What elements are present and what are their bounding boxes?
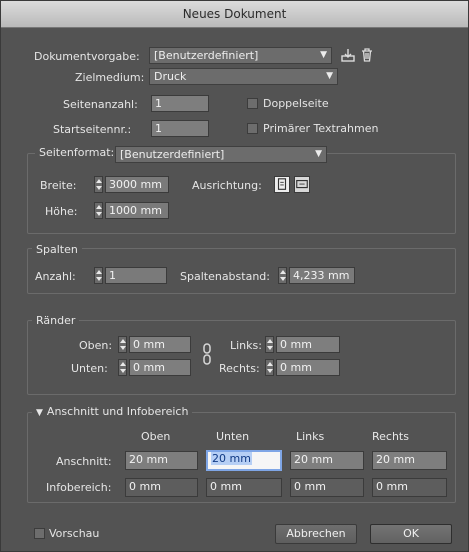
trash-icon[interactable] [359,47,375,63]
intent-value: Druck [154,70,187,83]
margin-right-stepper[interactable] [265,359,274,376]
margins-group [27,320,456,395]
bleed-slug-title[interactable]: ▼ Anschnitt und Infobereich [32,405,193,418]
margin-right-label: Rechts: [219,362,260,375]
save-preset-icon[interactable] [340,47,356,63]
slug-bottom-field[interactable]: 0 mm [206,478,282,497]
margins-title: Ränder [32,314,80,327]
columns-number-stepper[interactable] [94,267,103,284]
columns-title: Spalten [32,243,82,256]
columns-number-field[interactable]: 1 [105,267,167,284]
slug-left-field[interactable]: 0 mm [290,478,364,497]
width-stepper[interactable] [94,176,103,193]
bleed-slug-title-text: Anschnitt und Infobereich [46,405,189,418]
number-of-pages-field[interactable]: 1 [151,95,209,112]
page-size-value: [Benutzerdefiniert] [120,148,225,161]
column-header-top: Oben [141,430,171,443]
start-page-field[interactable]: 1 [151,120,209,137]
document-preset-dropdown[interactable]: [Benutzerdefiniert] ▼ [149,47,332,64]
new-document-dialog: Neues Dokument Dokumentvorgabe: [Benutze… [0,0,469,552]
ok-button[interactable]: OK [370,524,452,544]
landscape-orientation-icon[interactable] [294,176,310,193]
preview-label: Vorschau [49,527,100,540]
margin-top-field[interactable]: 0 mm [129,336,191,353]
chevron-down-icon: ▼ [320,50,327,60]
bleed-bottom-value: 20 mm [211,452,252,465]
page-size-label: Seitenformat: [35,146,119,159]
portrait-orientation-icon[interactable] [274,176,290,193]
margin-top-stepper[interactable] [118,336,127,353]
document-preset-value: [Benutzerdefiniert] [154,49,259,62]
bleed-label: Anschnitt: [56,455,112,468]
page-size-dropdown[interactable]: [Benutzerdefiniert] ▼ [115,146,327,163]
margin-bottom-field[interactable]: 0 mm [129,359,191,376]
column-header-right: Rechts [372,430,409,443]
preview-checkbox[interactable] [34,528,45,539]
column-header-left: Links [296,430,325,443]
gutter-field[interactable]: 4,233 mm [289,267,355,284]
intent-label: Zielmedium: [75,71,145,84]
chevron-down-icon: ▼ [315,149,322,159]
disclosure-triangle-icon[interactable]: ▼ [36,408,43,418]
chain-link-icon[interactable] [201,342,213,366]
gutter-label: Spaltenabstand: [180,270,270,283]
slug-label: Infobereich: [46,481,112,494]
intent-dropdown[interactable]: Druck ▼ [149,68,338,85]
cancel-button[interactable]: Abbrechen [275,524,357,544]
chevron-down-icon: ▼ [326,71,333,81]
page-size-group [27,153,456,234]
primary-text-frame-label: Primärer Textrahmen [263,122,379,135]
primary-text-frame-checkbox[interactable] [247,123,258,134]
document-preset-label: Dokumentvorgabe: [34,50,140,63]
gutter-stepper[interactable] [278,267,287,284]
bleed-left-field[interactable]: 20 mm [290,451,364,470]
facing-pages-checkbox[interactable] [247,98,258,109]
column-header-bottom: Unten [216,430,250,443]
bleed-bottom-field[interactable]: 20 mm [206,450,282,471]
margin-left-stepper[interactable] [265,336,274,353]
height-label: Höhe: [45,205,78,218]
width-label: Breite: [40,179,77,192]
margin-bottom-stepper[interactable] [118,359,127,376]
margin-left-field[interactable]: 0 mm [276,336,340,353]
margin-left-label: Links: [230,339,262,352]
margin-bottom-label: Unten: [71,362,108,375]
columns-number-label: Anzahl: [35,270,76,283]
bleed-top-field[interactable]: 20 mm [125,451,198,470]
orientation-label: Ausrichtung: [192,179,262,192]
height-field[interactable]: 1000 mm [105,202,169,219]
margin-right-field[interactable]: 0 mm [276,359,340,376]
bleed-right-field[interactable]: 20 mm [372,451,447,470]
height-stepper[interactable] [94,202,103,219]
margin-top-label: Oben: [79,339,113,352]
start-page-label: Startseitennr.: [53,123,132,136]
width-field[interactable]: 3000 mm [105,176,169,193]
dialog-title: Neues Dokument [1,1,468,28]
facing-pages-label: Doppelseite [263,97,329,110]
number-of-pages-label: Seitenanzahl: [63,98,138,111]
slug-right-field[interactable]: 0 mm [372,478,447,497]
slug-top-field[interactable]: 0 mm [125,478,198,497]
